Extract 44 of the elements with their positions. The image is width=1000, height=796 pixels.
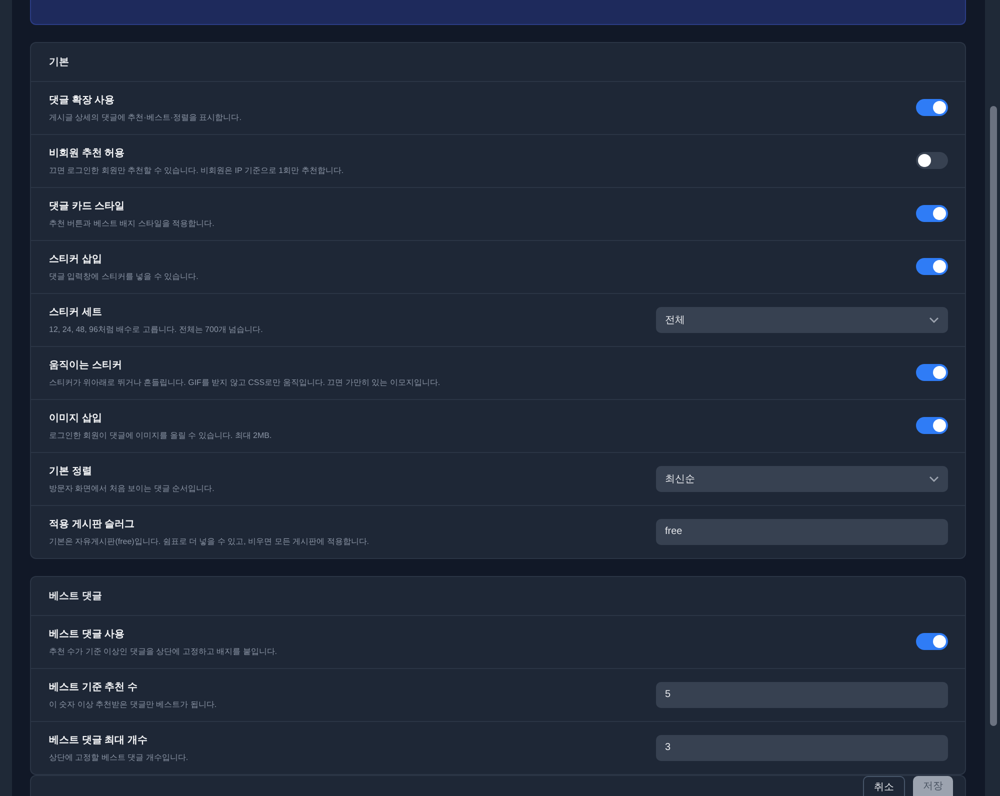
- select-dropdown[interactable]: 최신순: [656, 466, 948, 492]
- section-title: 베스트 댓글: [49, 590, 102, 603]
- setting-description: 추천 버튼과 베스트 배지 스타일을 적용합니다.: [49, 218, 216, 229]
- toggle-switch[interactable]: [916, 152, 948, 170]
- setting-label: 댓글 확장 사용: [49, 94, 116, 107]
- setting-label: 베스트 댓글 사용: [49, 628, 126, 641]
- setting-description: 끄면 로그인한 회원만 추천할 수 있습니다. 비회원은 IP 기준으로 1회만 추천합니다.: [49, 164, 345, 176]
- text-field[interactable]: free: [656, 518, 948, 545]
- setting-label: 비회원 추천 허용: [49, 146, 126, 160]
- setting-description: 상단에 고정할 베스트 댓글 개수입니다.: [49, 752, 190, 763]
- toggle-switch[interactable]: [916, 364, 948, 382]
- section-title: 기본: [49, 56, 69, 69]
- setting-description: 게시글 상세의 댓글에 추천·베스트·정렬을 표시합니다.: [49, 112, 242, 123]
- setting-label: 기본 정렬: [49, 464, 93, 478]
- toggle-switch[interactable]: [916, 258, 948, 276]
- setting-label: 스티커 세트: [49, 306, 103, 319]
- setting-description: 방문자 화면에서 처음 보이는 댓글 순서입니다.: [49, 482, 216, 494]
- text-field[interactable]: 5: [656, 682, 948, 708]
- setting-label: 베스트 댓글 최대 개수: [49, 734, 148, 747]
- setting-description: 추천 수가 기준 이상인 댓글을 상단에 고정하고 배지를 붙입니다.: [49, 646, 278, 657]
- setting-label: 스티커 삽입: [49, 252, 103, 266]
- setting-description: 댓글 입력창에 스티커를 넣을 수 있습니다.: [49, 270, 200, 282]
- text-field[interactable]: 3: [656, 734, 948, 761]
- setting-description: 기본은 자유게시판(free)입니다. 쉼표로 더 넣을 수 있고, 비우면 모든 게시판에 적용합니다.: [49, 536, 370, 547]
- setting-label: 댓글 카드 스타일: [49, 200, 126, 213]
- toggle-switch[interactable]: [916, 205, 948, 222]
- setting-description: 로그인한 회원이 댓글에 이미지를 올릴 수 있습니다. 최대 2MB.: [49, 430, 273, 441]
- cancel-button[interactable]: 취소: [863, 776, 905, 796]
- select-value: 최신순: [665, 472, 695, 486]
- setting-description: 이 숫자 이상 추천받은 댓글만 베스트가 됩니다.: [49, 698, 218, 710]
- setting-label: 베스트 기준 추천 수: [49, 680, 138, 694]
- setting-label: 적용 게시판 슬러그: [49, 518, 136, 531]
- setting-description: 스티커가 위아래로 뛰거나 흔들립니다. GIF를 받지 않고 CSS로만 움직입니다. 끄면 가만히 있는 이모지입니다.: [49, 376, 442, 388]
- select-value: 전체: [665, 314, 685, 327]
- setting-label: 움직이는 스티커: [49, 358, 123, 372]
- setting-label: 이미지 삽입: [49, 412, 103, 425]
- select-dropdown[interactable]: 전체: [656, 306, 948, 333]
- toggle-switch[interactable]: [916, 417, 948, 434]
- toggle-switch[interactable]: [916, 633, 948, 650]
- chevron-down-icon: [929, 476, 939, 482]
- scrollbar-thumb[interactable]: [990, 106, 997, 726]
- setting-description: 12, 24, 48, 96처럼 배수로 고릅니다. 전체는 700개 넘습니다.: [49, 324, 264, 335]
- chevron-down-icon: [929, 316, 939, 323]
- toggle-switch[interactable]: [916, 99, 948, 116]
